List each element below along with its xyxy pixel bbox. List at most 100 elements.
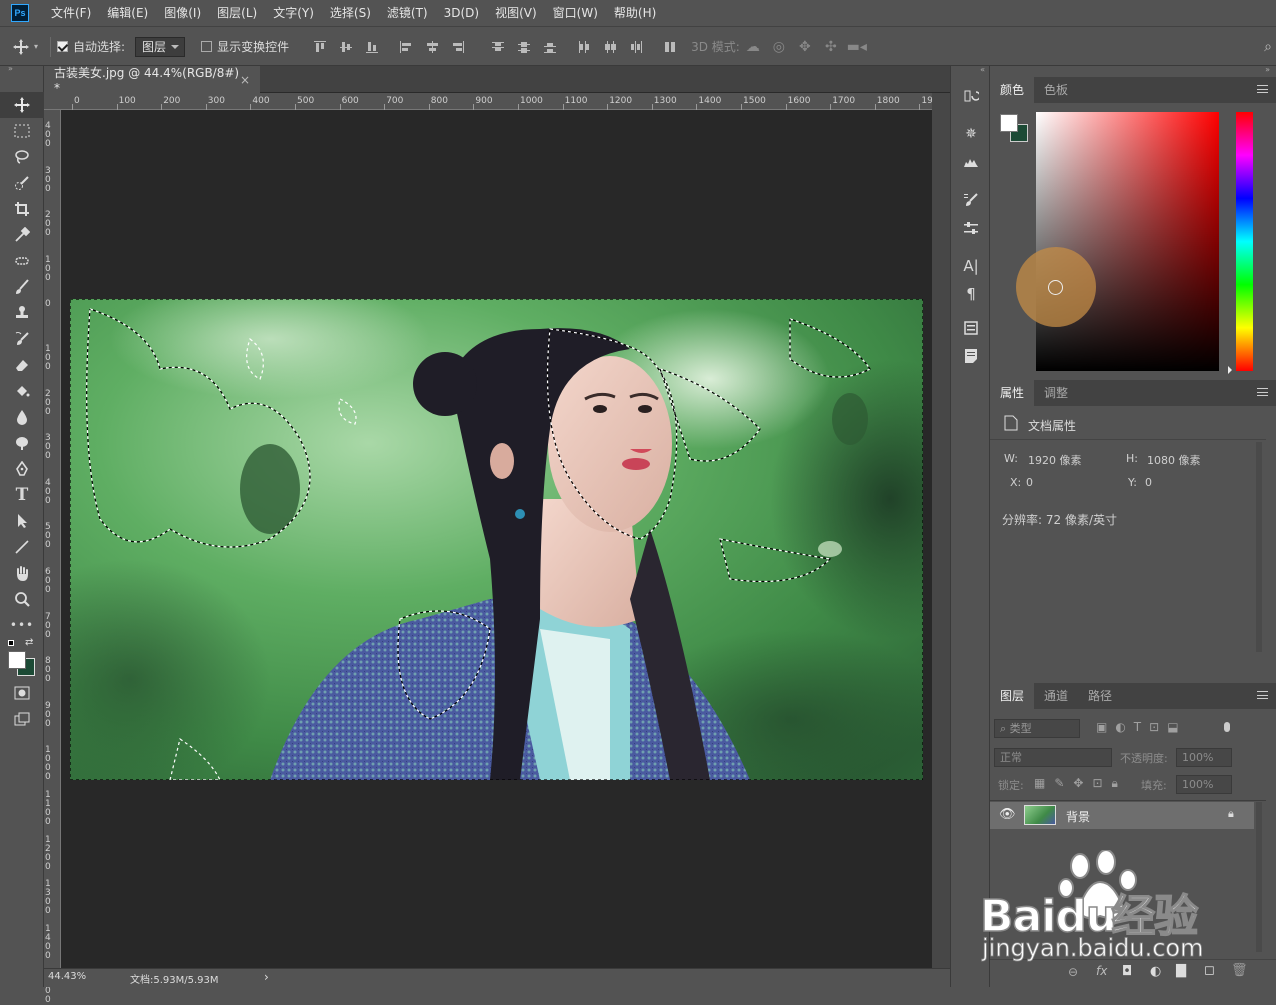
hue-slider[interactable] xyxy=(1236,112,1253,371)
swap-colors-icon[interactable]: ⇄ xyxy=(25,637,33,648)
menu-item-1[interactable]: 编辑(E) xyxy=(99,0,156,27)
paragraph-panel-icon[interactable]: ¶ xyxy=(951,280,991,308)
3d-orbit-icon[interactable]: ☁ xyxy=(740,34,766,60)
lock-icons[interactable]: ▦✎✥⊡🔒︎ xyxy=(1034,776,1127,791)
line-tool-icon[interactable] xyxy=(0,534,44,560)
align-top-icon[interactable] xyxy=(307,34,333,60)
3d-pan-icon[interactable]: ✥ xyxy=(792,34,818,60)
3d-slide-icon[interactable]: ✣ xyxy=(818,34,844,60)
hand-tool-icon[interactable] xyxy=(0,560,44,586)
path-selection-tool-icon[interactable] xyxy=(0,508,44,534)
crop-tool-icon[interactable] xyxy=(0,196,44,222)
healing-brush-tool-icon[interactable] xyxy=(0,248,44,274)
move-tool-icon[interactable] xyxy=(0,92,44,118)
blend-mode-dropdown[interactable]: 正常 xyxy=(994,748,1112,767)
menu-item-10[interactable]: 帮助(H) xyxy=(606,0,664,27)
dodge-tool-icon[interactable] xyxy=(0,430,44,456)
menu-item-2[interactable]: 图像(I) xyxy=(156,0,209,27)
color-picker-cursor[interactable] xyxy=(1048,280,1063,295)
notes-panel-icon[interactable] xyxy=(951,342,991,370)
color-field[interactable] xyxy=(1036,112,1219,371)
menu-item-6[interactable]: 滤镜(T) xyxy=(379,0,436,27)
layers-panel-menu-icon[interactable] xyxy=(1257,691,1268,699)
brush-tool-icon[interactable] xyxy=(0,274,44,300)
align-hcenter-icon[interactable] xyxy=(419,34,445,60)
show-transform-option[interactable]: 显示变换控件 xyxy=(201,38,289,55)
layer-name[interactable]: 背景 xyxy=(1066,808,1090,825)
align-vcenter-icon[interactable] xyxy=(333,34,359,60)
menu-item-5[interactable]: 选择(S) xyxy=(322,0,379,27)
canvas-vertical-scrollbar[interactable] xyxy=(932,93,950,968)
lasso-tool-icon[interactable] xyxy=(0,144,44,170)
close-tab-icon[interactable]: × xyxy=(240,73,250,87)
preset-chevron-icon[interactable]: ▾ xyxy=(34,42,44,51)
character-panel-icon[interactable]: A| xyxy=(951,252,991,280)
align-left-icon[interactable] xyxy=(393,34,419,60)
color-panel-menu-icon[interactable] xyxy=(1257,85,1268,93)
show-transform-checkbox[interactable] xyxy=(201,41,213,52)
dock-collapse-icon[interactable]: » xyxy=(990,66,1276,74)
quick-selection-tool-icon[interactable] xyxy=(0,170,44,196)
filter-toggle-icon[interactable] xyxy=(1224,722,1230,732)
auto-select-option[interactable]: 自动选择: xyxy=(57,38,125,55)
layer-filter-dropdown[interactable]: ⌕ 类型 xyxy=(994,719,1080,738)
color-swatches[interactable]: ⇄ xyxy=(0,637,43,676)
3d-camera-icon[interactable]: ▬◂ xyxy=(844,34,870,60)
zoom-tool-icon[interactable] xyxy=(0,586,44,612)
auto-select-checkbox[interactable] xyxy=(57,41,68,52)
tab-color[interactable]: 颜色 xyxy=(990,77,1035,103)
menu-item-4[interactable]: 文字(Y) xyxy=(265,0,322,27)
foreground-color-swatch[interactable] xyxy=(8,651,26,669)
more-tools-icon[interactable]: ••• xyxy=(0,612,44,638)
clone-stamp-tool-icon[interactable] xyxy=(0,300,44,326)
layers-scrollbar[interactable] xyxy=(1256,802,1262,952)
add-mask-icon[interactable]: ◘ xyxy=(1122,964,1132,979)
screen-mode-icon[interactable] xyxy=(0,706,44,732)
layer-visibility-eye-icon[interactable]: 👁︎ xyxy=(999,807,1016,822)
blur-tool-icon[interactable] xyxy=(0,404,44,430)
zoom-level[interactable]: 44.43% xyxy=(48,971,86,982)
adjustment-layer-icon[interactable]: ◐ xyxy=(1150,964,1161,979)
opacity-field[interactable]: 100% xyxy=(1176,748,1232,767)
hue-slider-handle[interactable] xyxy=(1228,366,1236,374)
3d-roll-icon[interactable]: ◎ xyxy=(766,34,792,60)
search-icon[interactable]: ⌕ xyxy=(1260,34,1276,60)
distribute-top-icon[interactable] xyxy=(485,34,511,60)
move-tool-preset-icon[interactable] xyxy=(8,34,34,60)
status-menu-arrow-icon[interactable]: › xyxy=(264,970,269,984)
align-bottom-icon[interactable] xyxy=(359,34,385,60)
strip-collapse-icon[interactable]: « xyxy=(951,66,989,74)
tab-adjustments[interactable]: 调整 xyxy=(1034,380,1078,406)
fx-icon[interactable]: fx xyxy=(1096,964,1107,978)
tab-channels[interactable]: 通道 xyxy=(1034,683,1078,709)
paint-bucket-tool-icon[interactable] xyxy=(0,378,44,404)
history-panel-icon[interactable] xyxy=(951,82,991,110)
menu-item-0[interactable]: 文件(F) xyxy=(43,0,99,27)
tab-swatches[interactable]: 色板 xyxy=(1034,77,1078,103)
layer-filter-icons[interactable]: ▣◐T⊡⬓ xyxy=(1096,720,1187,734)
tab-properties[interactable]: 属性 xyxy=(990,380,1035,406)
history-brush-tool-icon[interactable] xyxy=(0,326,44,352)
menu-item-8[interactable]: 视图(V) xyxy=(487,0,545,27)
panel-foreground-swatch[interactable] xyxy=(1000,114,1018,132)
link-layers-icon[interactable]: ⊖ xyxy=(1068,965,1078,979)
type-tool-icon[interactable]: T xyxy=(0,482,44,508)
new-layer-icon[interactable]: ◻ xyxy=(1204,963,1215,978)
menu-item-9[interactable]: 窗口(W) xyxy=(545,0,606,27)
adjust-sliders-panel-icon[interactable] xyxy=(951,214,991,242)
distribute-vcenter-icon[interactable] xyxy=(511,34,537,60)
properties-panel-icon[interactable] xyxy=(951,314,991,342)
layer-lock-icon[interactable]: 🔒︎ xyxy=(1228,807,1234,821)
distribute-right-icon[interactable] xyxy=(623,34,649,60)
default-colors-icon[interactable] xyxy=(8,640,14,646)
fill-field[interactable]: 100% xyxy=(1176,775,1232,794)
navigator-panel-icon[interactable]: ✵ xyxy=(951,120,991,148)
eraser-tool-icon[interactable] xyxy=(0,352,44,378)
document-tab[interactable]: 古装美女.jpg @ 44.4%(RGB/8#) * × xyxy=(44,66,260,95)
delete-layer-icon[interactable]: 🗑︎ xyxy=(1231,963,1248,978)
distribute-bottom-icon[interactable] xyxy=(537,34,563,60)
properties-scrollbar[interactable] xyxy=(1256,442,1262,652)
brush-settings-panel-icon[interactable] xyxy=(951,186,991,214)
auto-align-icon[interactable] xyxy=(657,34,683,60)
tab-layers[interactable]: 图层 xyxy=(990,683,1035,709)
